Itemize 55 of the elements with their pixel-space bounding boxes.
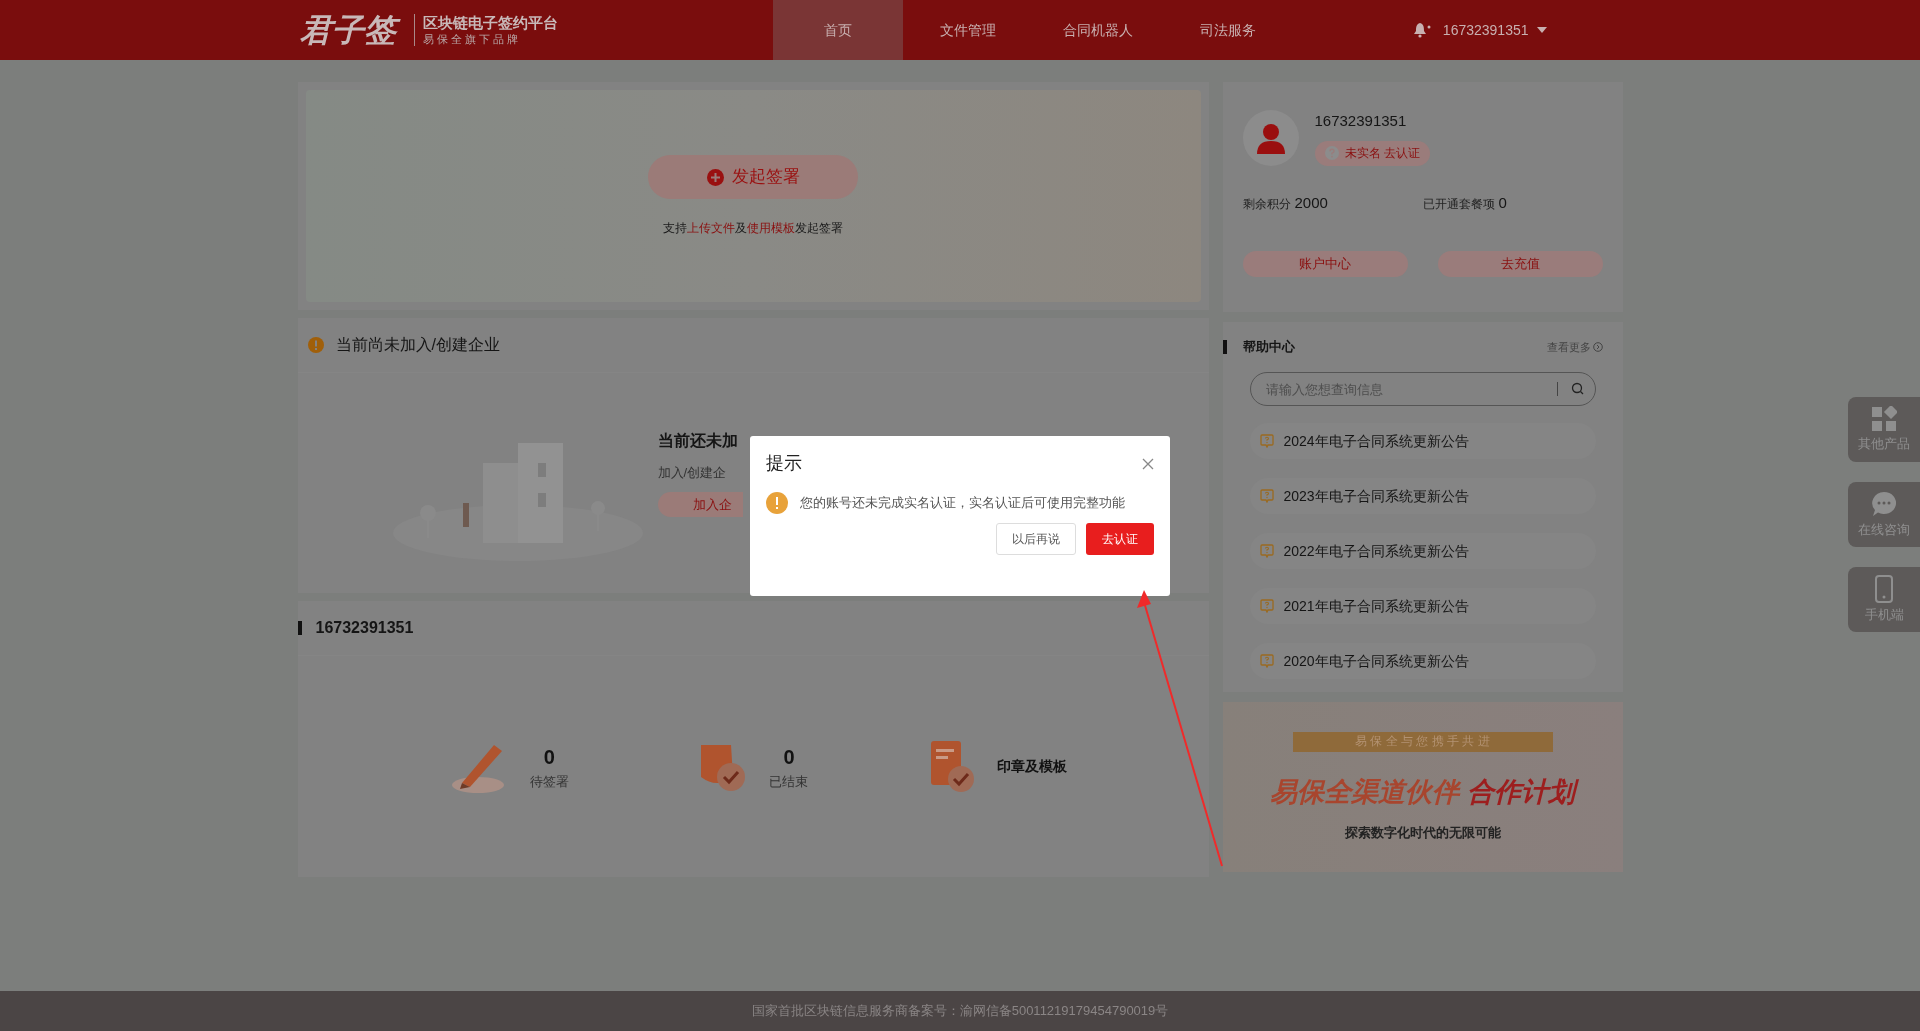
bell-icon[interactable] — [1412, 22, 1431, 38]
enterprise-title: 当前尚未加入/创建企业 — [335, 335, 500, 355]
apps-icon — [1871, 405, 1897, 432]
profile-button[interactable]: 去充值 — [1437, 250, 1603, 277]
seal-template-link[interactable]: 印章及模板 — [996, 756, 1067, 777]
caret-icon — [1536, 27, 1547, 33]
question-bubble-icon — [1259, 599, 1274, 613]
chat-icon — [1870, 489, 1898, 518]
chevron-circle-icon — [1592, 342, 1603, 352]
person-icon — [1255, 122, 1286, 154]
stat-count: 0 — [543, 744, 555, 770]
warning-icon — [307, 337, 324, 353]
plus-icon — [706, 168, 724, 186]
packages-label: 已开通套餐项 — [1422, 196, 1495, 213]
phone-icon — [1874, 574, 1894, 603]
logo-title: 区块链电子签约平台 — [422, 13, 558, 33]
nav-tab[interactable]: 合同机器人 — [1032, 0, 1163, 60]
enterprise-heading: 当前还未加 — [657, 430, 739, 451]
question-bubble-icon — [1259, 544, 1274, 558]
later-button[interactable]: 以后再说 — [996, 523, 1076, 555]
profile-button[interactable]: 账户中心 — [1242, 250, 1408, 277]
help-title: 帮助中心 — [1242, 338, 1295, 357]
stat-label: 待签署 — [529, 772, 569, 791]
logo-subtitle: 易 保 全 旗 下 品 牌 — [422, 32, 519, 47]
view-more-link[interactable]: 查看更多 — [1546, 338, 1603, 356]
warning-icon — [766, 492, 788, 514]
hint-link[interactable]: 使用模板 — [747, 221, 795, 235]
points-label: 剩余积分 — [1242, 196, 1291, 213]
close-icon[interactable] — [1142, 457, 1154, 470]
points-value: 2000 — [1294, 193, 1328, 213]
stat-label: 已结束 — [769, 772, 809, 791]
account-title: 16732391351 — [315, 618, 414, 638]
banner-hint: 支持上传文件及使用模板发起签署 — [663, 220, 843, 237]
nav-tab[interactable]: 文件管理 — [902, 0, 1033, 60]
stat-count: 0 — [783, 744, 795, 770]
verify-button[interactable]: 去认证 — [1086, 523, 1154, 555]
dialog-title: 提示 — [766, 452, 802, 475]
dialog-message: 您的账号还未完成实名认证，实名认证后可使用完整功能 — [800, 494, 1125, 512]
promo-title: 易保全渠道伙伴 — [1270, 776, 1459, 809]
nav-tab[interactable]: 首页 — [772, 0, 903, 60]
enterprise-subtitle: 加入/创建企 — [657, 463, 728, 482]
nav-tab[interactable]: 司法服务 — [1162, 0, 1293, 60]
user-menu[interactable]: 16732391351 — [1442, 19, 1547, 41]
hint-link[interactable]: 上传文件 — [687, 221, 735, 235]
packages-value: 0 — [1498, 193, 1507, 213]
join-enterprise-button[interactable]: 加入企 — [657, 492, 743, 518]
question-bubble-icon — [1259, 654, 1274, 668]
footer-text: 国家首批区块链信息服务商备案号：渝网信备50011219179454790019号 — [751, 1002, 1169, 1021]
question-bubble-icon — [1259, 489, 1274, 503]
promo-subtitle: 探索数字化时代的无限可能 — [1344, 823, 1501, 842]
verify-badge[interactable]: 未实名 去认证 — [1314, 140, 1430, 166]
search-icon[interactable] — [1570, 382, 1584, 395]
logo-script: 君子签 — [297, 8, 406, 52]
profile-phone: 16732391351 — [1314, 111, 1408, 131]
question-bubble-icon — [1259, 434, 1274, 448]
